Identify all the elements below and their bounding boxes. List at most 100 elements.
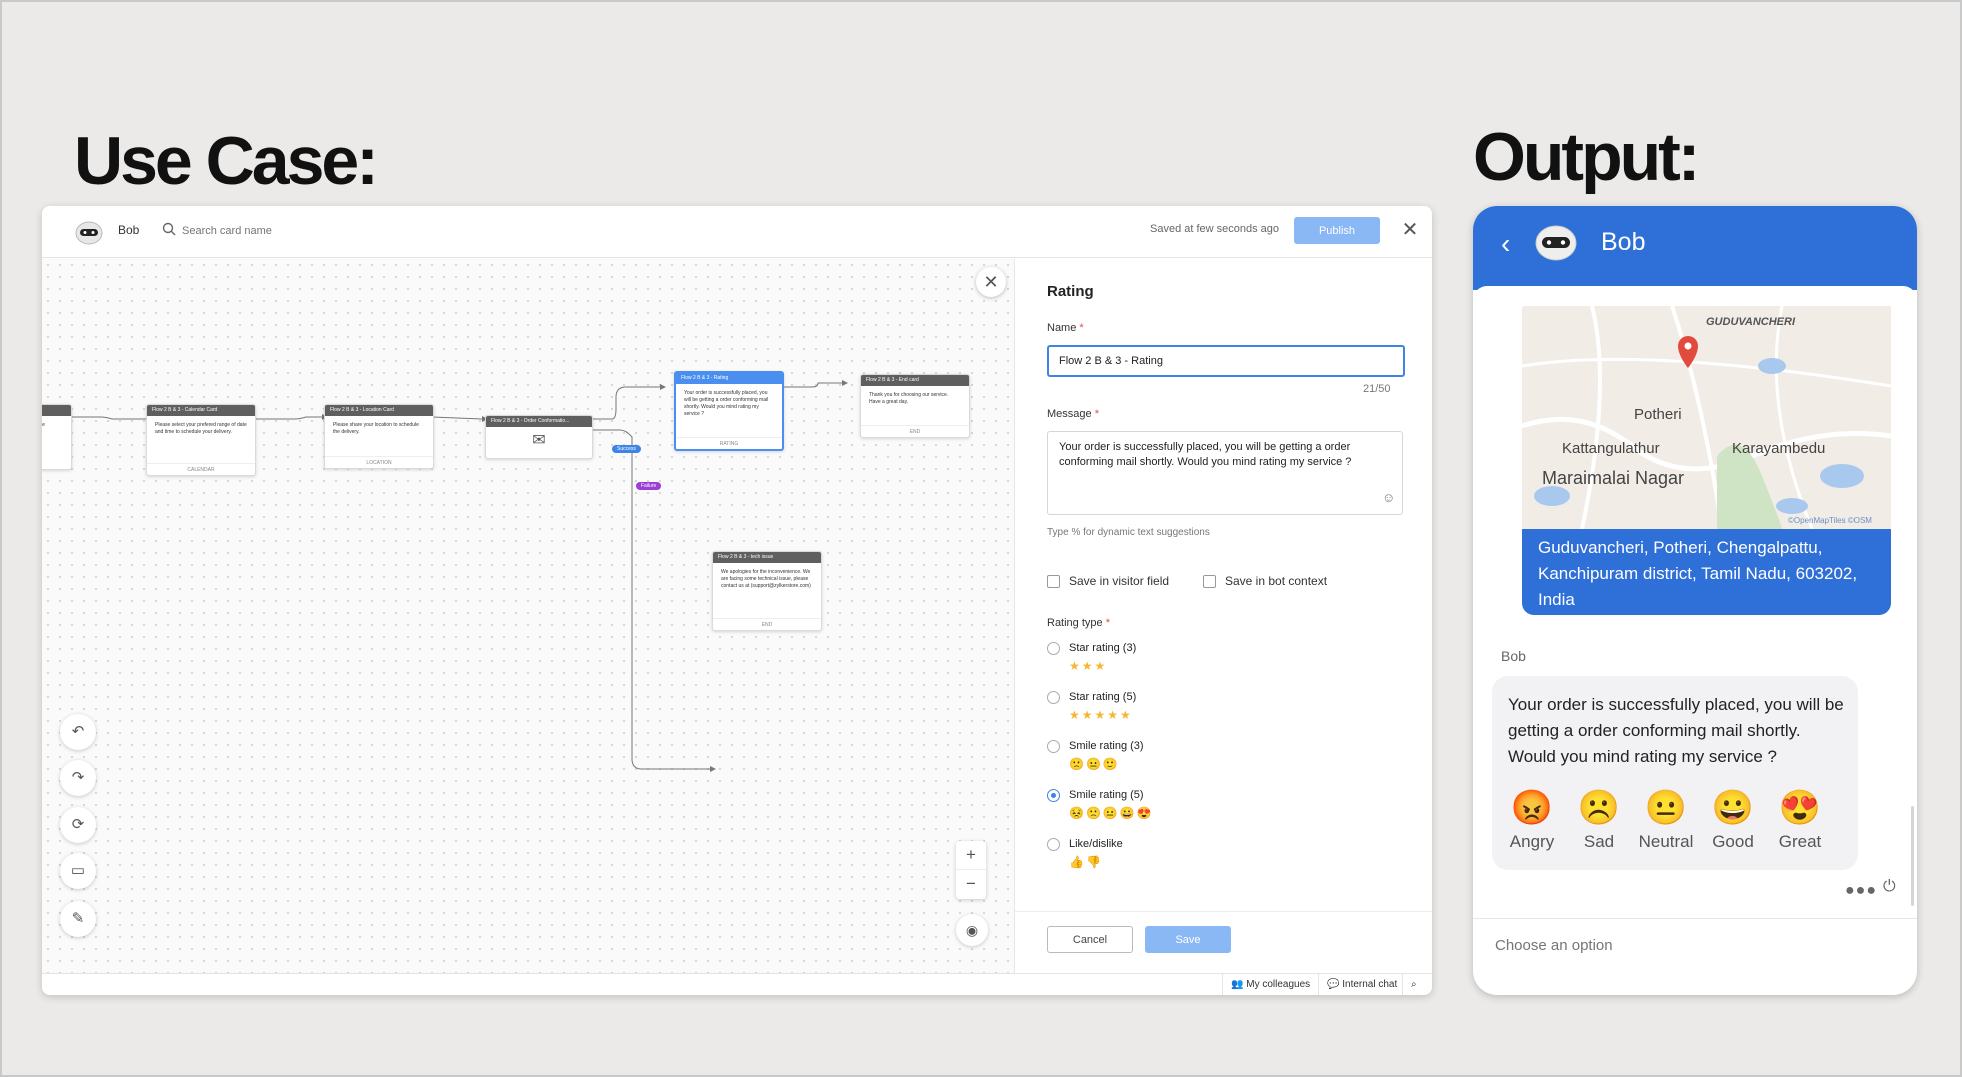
message-label: Message * (1047, 408, 1099, 420)
flow-card-calendar[interactable]: Flow 2 B & 3 - Calendar Card Please sele… (146, 404, 256, 476)
scrollbar[interactable] (1911, 806, 1914, 906)
map-label: Potheri (1634, 406, 1682, 423)
success-tag: Success (612, 445, 641, 453)
card-body: Please select your prefered range of dat… (155, 422, 247, 435)
panel-footer: Cancel Save (1015, 911, 1432, 973)
radio-selected[interactable] (1047, 789, 1060, 802)
flow-connectors (72, 380, 848, 772)
card-title: Flow 2 B & 3 - tech issue (713, 552, 821, 563)
bot-builder-window: Bob Saved at few seconds ago Publish ✕ p… (42, 206, 1432, 995)
zoom-control: + − (956, 841, 986, 899)
chat-widget: ‹ Bob GUDUVANCHERI Potheri Kattangulathu… (1473, 206, 1917, 995)
card-type: END (713, 618, 821, 630)
radio[interactable] (1047, 740, 1060, 753)
my-colleagues-button[interactable]: 👥 My colleagues (1222, 974, 1318, 995)
card-title: Flow 2 B & 3 - Calendar Card (147, 405, 255, 416)
name-input[interactable] (1047, 345, 1405, 377)
rating-good-button[interactable]: 😀 Good (1703, 788, 1763, 852)
bot-avatar-icon (75, 221, 103, 245)
rating-sad-button[interactable]: ☹️ Sad (1569, 788, 1629, 852)
chat-input-bar (1473, 918, 1917, 995)
saved-status: Saved at few seconds ago (1150, 223, 1280, 235)
save-visitor-checkbox[interactable]: Save in visitor field (1047, 574, 1169, 588)
power-icon[interactable]: ⏻ (1883, 878, 1896, 896)
card-type: LOCATION (325, 456, 433, 468)
thumb-icons: 👍👎 (1069, 855, 1103, 869)
neutral-face-icon: 😐 (1644, 789, 1688, 827)
more-options-icon[interactable]: ●●● (1845, 882, 1877, 900)
publish-button[interactable]: Publish (1294, 217, 1380, 244)
back-chevron-icon[interactable]: ‹ (1501, 228, 1510, 260)
radio[interactable] (1047, 642, 1060, 655)
heart-eyes-face-icon: 😍 (1778, 789, 1822, 827)
rating-great-button[interactable]: 😍 Great (1770, 788, 1830, 852)
star-icons: ★★★ (1069, 659, 1108, 673)
mail-icon: ✉ (532, 432, 546, 449)
angry-face-icon: 😡 (1510, 789, 1554, 827)
close-icon[interactable]: ✕ (976, 267, 1006, 297)
save-bot-checkbox[interactable]: Save in bot context (1203, 574, 1327, 588)
bot-message-text: Your order is successfully placed, you w… (1508, 695, 1844, 766)
location-address: Guduvancheri, Potheri, Chengalpattu, Kan… (1522, 529, 1891, 615)
card-type: RATING (676, 437, 782, 449)
close-icon[interactable]: ✕ (1398, 219, 1422, 243)
pin-icon[interactable]: ✎ (60, 901, 96, 937)
flow-canvas[interactable]: phone Flow 2 B & 3 - Calendar Card Pleas… (42, 259, 1014, 973)
card-body: We apologies for the inconvenience. We a… (721, 569, 811, 589)
search-icon (162, 222, 176, 236)
search-card-input[interactable] (182, 220, 382, 242)
card-type: CALENDAR (147, 463, 255, 475)
eye-icon[interactable]: ◉ (956, 914, 988, 946)
emoji-picker-icon[interactable]: ☺ (1382, 490, 1395, 505)
card-body: Thank you for choosing our service. Have… (869, 392, 949, 405)
chat-input[interactable] (1495, 933, 1875, 957)
map-label: Karayambedu (1732, 440, 1826, 457)
flow-card-rating[interactable]: Flow 2 B & 3 - Rating Your order is succ… (674, 371, 784, 451)
rating-neutral-button[interactable]: 😐 Neutral (1636, 788, 1696, 852)
message-textarea[interactable]: Your order is successfully placed, you w… (1047, 431, 1403, 515)
card-body: Please share your location to schedule t… (333, 422, 419, 435)
map-attribution: ©OpenMapTiles ©OSM (1788, 516, 1872, 525)
search-icon[interactable]: ⌕ (1402, 974, 1425, 995)
flow-card-tech-issue[interactable]: Flow 2 B & 3 - tech issue We apologies f… (712, 551, 822, 631)
panel-title: Rating (1047, 283, 1094, 300)
smile-icons: 😣🙁😐😀😍 (1069, 806, 1154, 820)
card-title (42, 405, 71, 416)
card-body: Your order is successfully placed, you w… (684, 390, 769, 417)
preview-screen-icon[interactable]: ▭ (60, 853, 96, 889)
chat-bot-name: Bob (1601, 228, 1646, 256)
card-type: END (861, 425, 969, 437)
internal-chat-button[interactable]: 💬 Internal chat (1318, 974, 1405, 995)
message-sender: Bob (1501, 648, 1526, 664)
refresh-icon[interactable]: ⟳ (60, 807, 96, 843)
bot-message-bubble: Your order is successfully placed, you w… (1492, 676, 1858, 870)
location-map: GUDUVANCHERI Potheri Kattangulathur Kara… (1522, 306, 1891, 529)
zoom-in-icon[interactable]: + (956, 841, 986, 870)
message-text: Your order is successfully placed, you w… (1059, 441, 1352, 468)
flow-card-order-confirmation[interactable]: Flow 2 B & 3 - Order Conformatio... ✉ (485, 415, 593, 459)
card-title: Flow 2 B & 3 - Location Card (325, 405, 433, 416)
chat-body[interactable]: GUDUVANCHERI Potheri Kattangulathur Kara… (1473, 286, 1917, 918)
sad-face-icon: ☹️ (1577, 789, 1621, 827)
builder-topbar: Bob Saved at few seconds ago Publish ✕ (42, 206, 1432, 258)
cancel-button[interactable]: Cancel (1047, 926, 1133, 953)
output-heading: Output: (1473, 119, 1700, 195)
radio[interactable] (1047, 691, 1060, 704)
flow-card[interactable]: phone (42, 404, 72, 470)
card-title: Flow 2 B & 3 - Rating (676, 373, 782, 384)
grinning-face-icon: 😀 (1711, 789, 1755, 827)
status-bar: 👥 My colleagues 💬 Internal chat ⌕ (42, 973, 1432, 995)
zoom-out-icon[interactable]: − (956, 870, 986, 899)
flow-card-end[interactable]: Flow 2 B & 3 - End card Thank you for ch… (860, 374, 970, 438)
rating-angry-button[interactable]: 😡 Angry (1502, 788, 1562, 852)
chat-header: ‹ Bob (1473, 206, 1917, 290)
flow-card-location[interactable]: Flow 2 B & 3 - Location Card Please shar… (324, 404, 434, 469)
radio[interactable] (1047, 838, 1060, 851)
redo-icon[interactable]: ↷ (60, 760, 96, 796)
name-label: Name * (1047, 322, 1084, 334)
name-char-count: 21/50 (1363, 383, 1391, 395)
undo-icon[interactable]: ↶ (60, 714, 96, 750)
save-button[interactable]: Save (1145, 926, 1231, 953)
map-label: Kattangulathur (1562, 440, 1660, 457)
rating-type-label: Rating type * (1047, 617, 1110, 629)
